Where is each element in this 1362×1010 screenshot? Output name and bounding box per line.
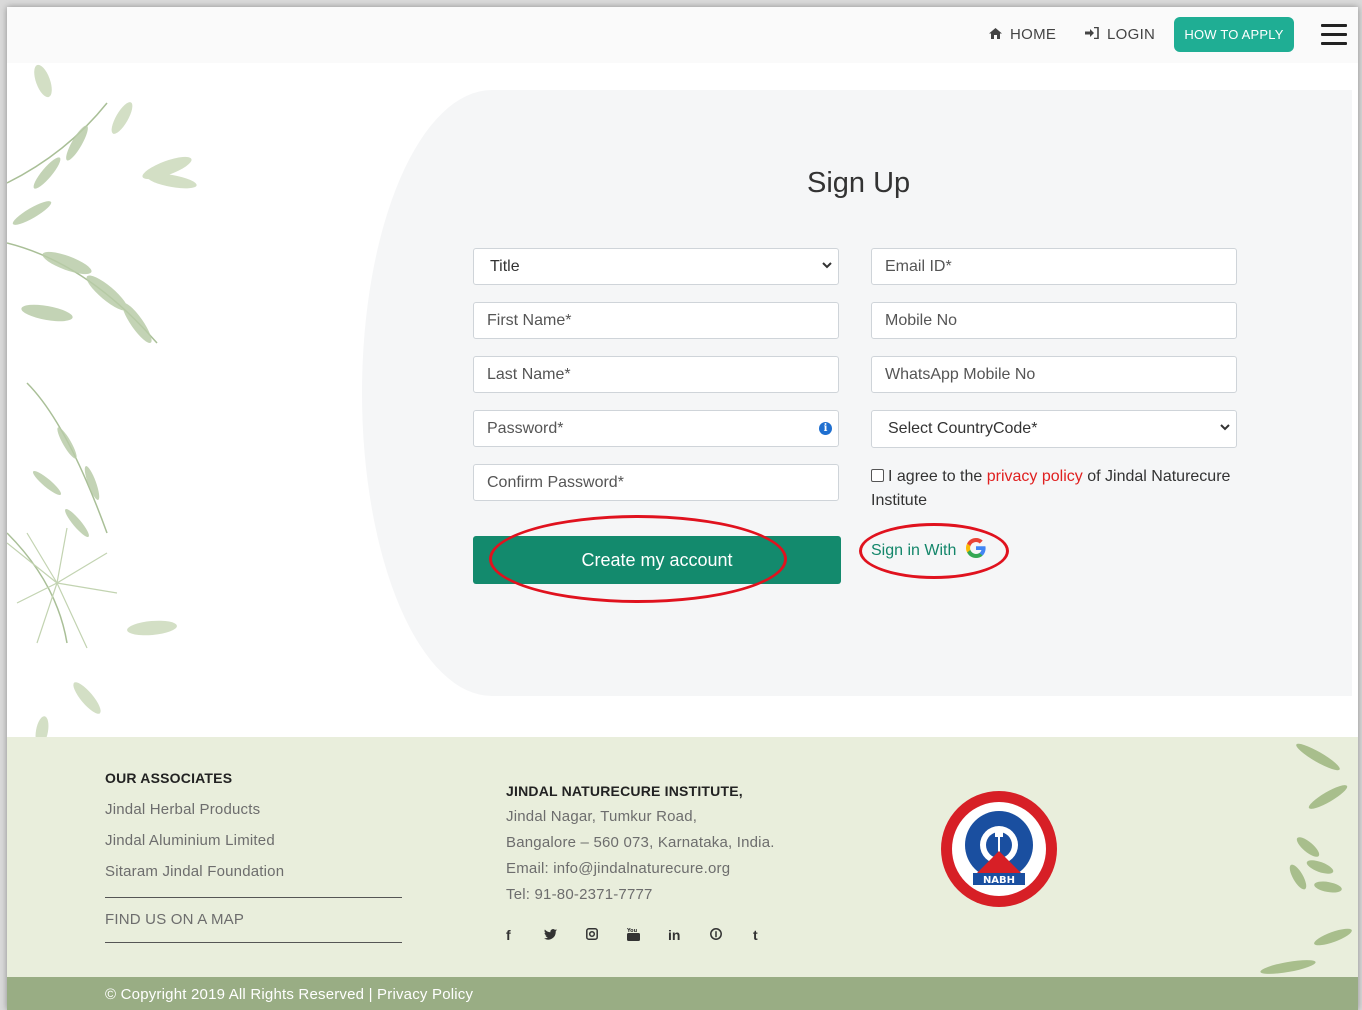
confirm-password-field[interactable]: Confirm Password* bbox=[473, 464, 839, 501]
associate-link[interactable]: Jindal Aluminium Limited bbox=[105, 832, 275, 849]
whatsapp-placeholder: WhatsApp Mobile No bbox=[885, 365, 1036, 383]
annotation-ellipse bbox=[489, 515, 787, 603]
svg-text:NABH: NABH bbox=[983, 875, 1015, 886]
privacy-agreement: I agree to the privacy policy of Jindal … bbox=[871, 465, 1241, 513]
address-line: Bangalore – 560 073, Karnataka, India. bbox=[506, 834, 775, 851]
chevron-down-icon bbox=[822, 260, 832, 272]
confirm-password-placeholder: Confirm Password* bbox=[487, 473, 624, 491]
top-navigation: HOME LOGIN HOW TO APPLY bbox=[7, 7, 1358, 63]
email-placeholder: Email ID* bbox=[885, 257, 952, 275]
password-placeholder: Password* bbox=[487, 419, 564, 437]
privacy-policy-link[interactable]: privacy policy bbox=[987, 468, 1083, 485]
how-to-apply-button[interactable]: HOW TO APPLY bbox=[1174, 17, 1294, 52]
email-field[interactable]: Email ID* bbox=[871, 248, 1237, 285]
leaves-decoration-icon bbox=[7, 64, 197, 743]
first-name-field[interactable]: First Name* bbox=[473, 302, 839, 339]
country-code-value: Select CountryCode* bbox=[888, 420, 1038, 437]
page-title: Sign Up bbox=[807, 167, 911, 199]
chevron-down-icon bbox=[1220, 422, 1230, 434]
mobile-field[interactable]: Mobile No bbox=[871, 302, 1237, 339]
title-select[interactable]: Title bbox=[473, 248, 839, 285]
nav-login-label: LOGIN bbox=[1107, 26, 1156, 43]
nav-login-link[interactable]: LOGIN bbox=[1085, 26, 1155, 43]
email-text[interactable]: Email: info@jindalnaturecure.org bbox=[506, 860, 730, 877]
associates-heading: OUR ASSOCIATES bbox=[105, 770, 233, 786]
copyright-text[interactable]: © Copyright 2019 All Rights Reserved | P… bbox=[105, 986, 473, 1003]
associate-link[interactable]: Jindal Herbal Products bbox=[105, 801, 260, 818]
address-line: Jindal Nagar, Tumkur Road, bbox=[506, 808, 698, 825]
divider bbox=[105, 897, 402, 898]
title-select-value: Title bbox=[490, 257, 520, 275]
divider bbox=[105, 942, 402, 943]
twitter-icon[interactable] bbox=[544, 927, 557, 943]
info-icon[interactable]: i bbox=[819, 422, 832, 435]
annotation-ellipse bbox=[859, 523, 1009, 579]
last-name-field[interactable]: Last Name* bbox=[473, 356, 839, 393]
linkedin-icon[interactable]: in bbox=[668, 927, 680, 943]
last-name-placeholder: Last Name* bbox=[487, 365, 571, 383]
nabh-badge-icon: NABH bbox=[941, 791, 1057, 907]
password-field[interactable]: Password* i bbox=[473, 410, 839, 447]
agree-prefix: I agree to the bbox=[888, 468, 983, 485]
nav-home-label: HOME bbox=[1010, 26, 1057, 43]
agree-checkbox[interactable] bbox=[871, 469, 884, 482]
first-name-placeholder: First Name* bbox=[487, 311, 572, 329]
facebook-icon[interactable]: f bbox=[506, 927, 511, 943]
tel-text: Tel: 91-80-2371-7777 bbox=[506, 886, 653, 903]
sign-in-icon bbox=[1085, 26, 1099, 42]
tumblr-icon[interactable]: t bbox=[753, 927, 758, 943]
menu-icon[interactable] bbox=[1321, 24, 1347, 46]
home-icon bbox=[989, 27, 1002, 42]
mobile-placeholder: Mobile No bbox=[885, 311, 958, 329]
pinterest-icon[interactable] bbox=[710, 927, 722, 943]
associate-link[interactable]: Sitaram Jindal Foundation bbox=[105, 863, 284, 880]
country-code-select[interactable]: Select CountryCode* bbox=[871, 410, 1237, 448]
browser-window: HOME LOGIN HOW TO APPLY Sign Up Title Fi… bbox=[7, 7, 1358, 1010]
leaves-decoration-icon bbox=[1260, 743, 1352, 974]
find-us-map-link[interactable]: FIND US ON A MAP bbox=[105, 911, 244, 928]
copyright-bar: © Copyright 2019 All Rights Reserved | P… bbox=[7, 977, 1358, 1010]
institute-heading: JINDAL NATURECURE INSTITUTE, bbox=[506, 783, 743, 799]
instagram-icon[interactable] bbox=[586, 927, 598, 943]
site-footer: OUR ASSOCIATES Jindal Herbal Products Ji… bbox=[7, 737, 1358, 977]
whatsapp-field[interactable]: WhatsApp Mobile No bbox=[871, 356, 1237, 393]
youtube-icon[interactable]: You bbox=[626, 927, 640, 944]
nav-home-link[interactable]: HOME bbox=[989, 26, 1056, 43]
